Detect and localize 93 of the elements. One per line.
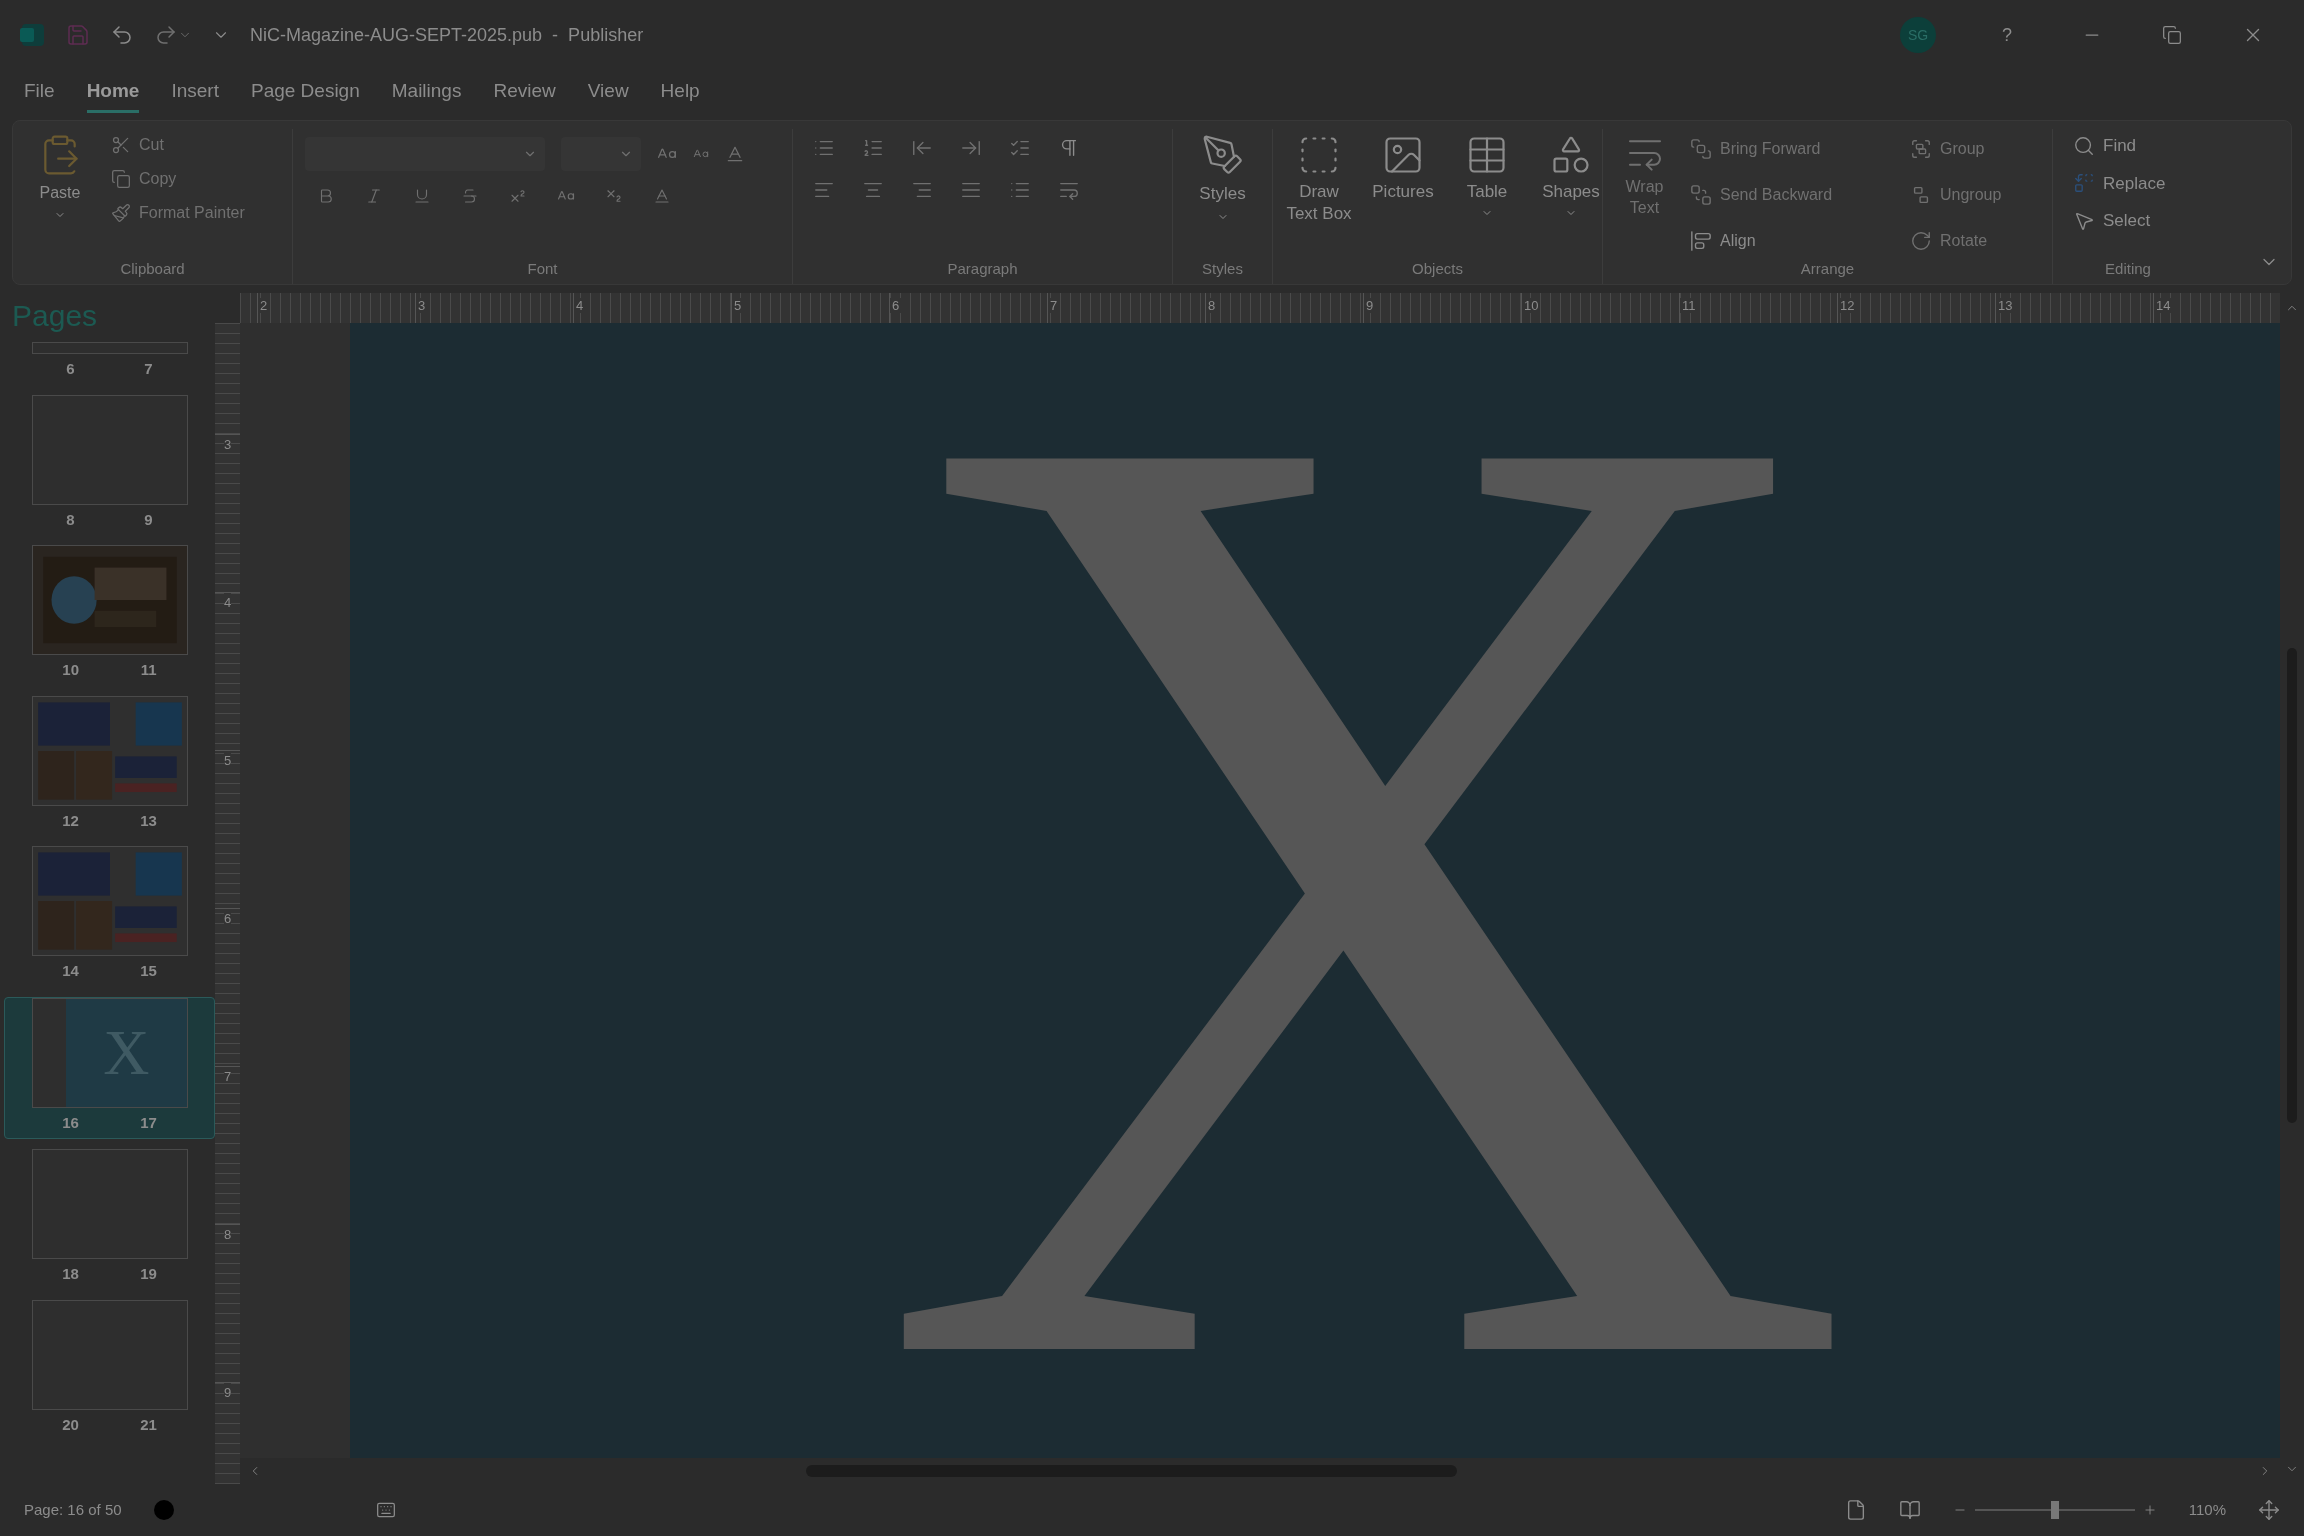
rotate-icon [1910,230,1932,253]
object-button[interactable]: Shapes [1537,133,1605,258]
keyboard-icon[interactable] [375,1500,396,1520]
copy-icon [111,169,131,189]
forward-icon [1690,138,1712,161]
group-label: Arrange [1800,258,1855,279]
group-label: Paragraph [947,258,1018,279]
page-number: 7 [144,359,153,379]
ruler-number: 4 [223,593,232,609]
ruler-number: 10 [1522,298,1541,313]
ruler-number: 3 [416,298,428,313]
superscript-icon[interactable] [509,187,527,205]
clear-formatting-icon[interactable] [725,144,745,164]
page-number: 15 [140,961,157,981]
page-number: 14 [62,961,79,981]
ruler-number: 5 [223,751,232,767]
group-label: Editing [2105,258,2151,279]
group-label: Font [527,258,558,279]
ruler-number: 9 [1364,298,1376,313]
help-button[interactable]: ? [1972,21,2042,49]
ruler-number: 14 [2154,298,2173,313]
ribbon-tab[interactable]: Insert [171,77,219,113]
undo-icon[interactable] [110,23,134,47]
object-button[interactable]: Table [1453,133,1521,258]
strikethrough-icon[interactable] [461,187,479,205]
ribbon-tab[interactable]: Home [86,77,140,113]
ruler-number: 4 [574,298,586,313]
page-number: 19 [140,1264,157,1284]
scissors-icon [111,135,131,155]
ruler-number: 11 [1680,298,1698,313]
editing-command[interactable]: Find [2073,133,2166,159]
arrange-command[interactable]: Align [1690,225,1910,258]
object-button[interactable]: Draw Text Box [1285,133,1353,258]
group-icon [1910,138,1932,161]
app-logo-icon [20,22,46,48]
window-title: NiC-Magazine-AUG-SEPT-2025.pub - Publisher [250,23,644,47]
paintbrush-icon [111,203,131,223]
ruler-number: 13 [1996,298,2015,313]
two-page-view-icon[interactable] [1898,1499,1921,1521]
page-spread-thumbnail[interactable]: 6 7 [4,342,215,385]
editing-command[interactable]: Select [2073,208,2166,234]
ribbon-tab[interactable]: View [587,77,629,113]
page-number: 18 [62,1264,79,1284]
group-label: Clipboard [120,258,185,279]
zoom-slider-thumb[interactable] [2050,1501,2059,1519]
zoom-slider[interactable] [1974,1500,2135,1520]
font-name-field[interactable] [305,137,545,171]
ribbon-tab[interactable]: Mailings [391,77,462,113]
editing-command[interactable]: Replace [2073,170,2166,196]
ribbon-tab[interactable]: Page Design [250,77,360,113]
ribbon-tab[interactable]: Review [493,77,556,113]
font-color-icon[interactable] [653,187,671,205]
ruler-number: 12 [1838,298,1857,313]
italic-icon[interactable] [365,187,383,205]
ribbon-tab[interactable]: Help [660,77,700,113]
backward-icon [1690,184,1712,207]
zoom-percentage[interactable]: 110% [2188,1498,2226,1522]
page-number: 17 [140,1112,157,1133]
ruler-number: 8 [1206,298,1218,313]
page-number: 10 [62,660,80,680]
numbering-icon[interactable] [862,137,884,159]
large-letter: X [873,387,1857,1394]
page-number: 13 [140,810,157,831]
ruler-number: 7 [1048,298,1060,313]
page-number: 16 [62,1112,79,1133]
search-icon [2073,134,2095,157]
page-number: 9 [144,509,153,530]
page-number: 11 [140,660,157,680]
fit-page-icon[interactable] [2258,1499,2280,1521]
restore-icon[interactable] [2162,25,2182,45]
redo-icon[interactable] [154,23,178,47]
group-label: Objects [1412,258,1463,279]
align-icon [1690,230,1712,253]
ruler-number: 6 [890,298,902,313]
styles-button[interactable]: Styles [1185,129,1260,258]
ruler-number: 2 [258,298,270,313]
group-label: Styles [1202,258,1243,279]
page-number: 21 [140,1414,157,1435]
page-number: 6 [66,359,75,379]
ruler-number: 9 [223,1383,232,1399]
object-button[interactable]: Pictures [1369,133,1437,258]
subscript-icon[interactable] [605,187,623,205]
page-number: 8 [66,509,75,530]
ruler-number: 5 [732,298,744,313]
replace-icon [2073,172,2095,195]
page-number: 12 [62,810,79,831]
font-size-field[interactable] [561,137,641,171]
zoom-in-icon[interactable] [2142,1503,2157,1517]
paste-button[interactable]: Paste [25,129,95,258]
underline-icon[interactable] [413,187,431,205]
ribbon-tab[interactable]: File [24,77,55,113]
page-count-status: Page: 16 of 50 [24,1499,122,1520]
page-number: 20 [62,1414,79,1435]
